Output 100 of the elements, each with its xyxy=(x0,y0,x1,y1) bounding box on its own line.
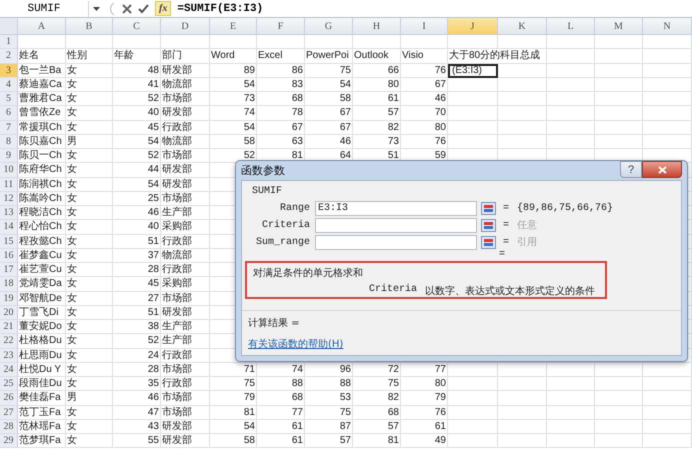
row-header[interactable]: 7 xyxy=(0,120,18,135)
table-cell: 47 xyxy=(113,406,161,420)
table-cell xyxy=(595,92,643,106)
dropdown-icon[interactable] xyxy=(93,6,100,10)
row-header[interactable]: 5 xyxy=(0,92,18,106)
table-cell: 80 xyxy=(401,377,448,392)
column-header[interactable]: J xyxy=(448,18,498,35)
row-header[interactable]: 18 xyxy=(0,277,18,292)
row-header[interactable]: 8 xyxy=(0,134,18,149)
help-link[interactable]: 有关该函数的帮助(H) xyxy=(248,337,344,351)
row-header[interactable]: 29 xyxy=(0,434,18,448)
table-cell: 66 xyxy=(353,64,401,78)
table-cell xyxy=(595,434,643,448)
close-icon xyxy=(658,166,666,174)
table-cell: 81 xyxy=(210,406,257,420)
table-cell xyxy=(643,406,692,420)
table-cell xyxy=(643,49,692,64)
row-header[interactable]: 23 xyxy=(0,348,18,363)
table-cell: 女 xyxy=(66,434,113,448)
help-button[interactable]: ? xyxy=(620,161,642,178)
row-header[interactable]: 28 xyxy=(0,420,18,434)
table-cell: 46 xyxy=(113,391,161,406)
row-header[interactable]: 13 xyxy=(0,206,18,220)
argument-field[interactable] xyxy=(315,234,477,250)
column-header[interactable]: E xyxy=(210,18,257,35)
range-picker-icon[interactable] xyxy=(481,236,496,248)
table-cell: Word xyxy=(210,49,257,64)
table-cell: 38 xyxy=(113,320,161,334)
table-cell: 性别 xyxy=(66,49,113,64)
table-cell xyxy=(498,106,547,120)
table-cell: 51 xyxy=(113,234,161,249)
column-header[interactable]: I xyxy=(401,18,448,35)
row-header[interactable]: 24 xyxy=(0,362,18,377)
table-cell: 28 xyxy=(113,263,161,278)
column-header[interactable]: A xyxy=(18,18,66,35)
row-header[interactable]: 21 xyxy=(0,320,18,334)
row-header[interactable]: 14 xyxy=(0,220,18,234)
row-header[interactable]: 1 xyxy=(0,35,18,50)
table-cell xyxy=(595,35,643,50)
formula-field[interactable]: =SUMIF(E3:I3) xyxy=(177,2,264,14)
column-header[interactable]: K xyxy=(498,18,547,35)
table-cell xyxy=(498,434,547,448)
table-cell xyxy=(547,391,595,406)
table-cell: 58 xyxy=(210,134,257,149)
table-cell: 82 xyxy=(353,120,401,135)
row-header[interactable]: 2 xyxy=(0,49,18,64)
row-header[interactable]: 4 xyxy=(0,78,18,92)
column-header[interactable]: L xyxy=(547,18,595,35)
column-header[interactable]: B xyxy=(66,18,113,35)
table-cell xyxy=(498,377,547,392)
table-cell xyxy=(66,35,113,50)
row-header[interactable]: 22 xyxy=(0,334,18,348)
table-cell xyxy=(401,35,448,50)
table-cell: 市场部 xyxy=(161,92,210,106)
argument-field[interactable] xyxy=(315,218,477,232)
range-picker-icon[interactable] xyxy=(481,218,496,232)
range-picker-icon[interactable] xyxy=(481,202,496,214)
table-cell: 女 xyxy=(66,406,113,420)
cancel-icon[interactable] xyxy=(122,4,132,14)
row-header[interactable]: 26 xyxy=(0,391,18,406)
table-cell: 46 xyxy=(113,206,161,220)
close-button[interactable] xyxy=(642,161,682,178)
table-cell: 40 xyxy=(113,106,161,120)
table-cell xyxy=(113,35,161,50)
row-header[interactable]: 6 xyxy=(0,106,18,120)
column-header[interactable]: C xyxy=(113,18,161,35)
row-header[interactable]: 15 xyxy=(0,234,18,249)
table-cell xyxy=(595,120,643,135)
table-cell: 80 xyxy=(401,120,448,135)
row-header[interactable]: 3 xyxy=(0,64,18,78)
table-cell: 43 xyxy=(113,420,161,434)
table-cell: 研发部 xyxy=(161,306,210,320)
column-header[interactable]: D xyxy=(161,18,210,35)
column-header[interactable]: N xyxy=(643,18,692,35)
insert-function-button[interactable]: fx xyxy=(155,1,172,16)
row-header[interactable]: 12 xyxy=(0,192,18,206)
column-header[interactable]: H xyxy=(353,18,401,35)
table-cell: 生产部 xyxy=(161,206,210,220)
row-header[interactable]: 11 xyxy=(0,178,18,192)
table-cell: 常援琪Ch xyxy=(18,120,66,135)
name-box[interactable]: SUMIF xyxy=(0,0,89,16)
row-header[interactable]: 10 xyxy=(0,163,18,178)
table-cell: 部门 xyxy=(161,49,210,64)
row-header[interactable]: 19 xyxy=(0,292,18,306)
row-header[interactable]: 9 xyxy=(0,149,18,164)
function-name: SUMIF xyxy=(252,186,284,197)
table-cell: 生产部 xyxy=(161,320,210,334)
argument-field[interactable]: E3:I3 xyxy=(315,200,477,216)
row-header[interactable]: 27 xyxy=(0,406,18,420)
enter-icon[interactable] xyxy=(138,4,149,14)
column-header[interactable]: F xyxy=(257,18,305,35)
table-cell: 80 xyxy=(353,78,401,92)
table-cell: 邓智航De xyxy=(18,292,66,306)
row-header[interactable]: 20 xyxy=(0,306,18,320)
column-header[interactable]: G xyxy=(305,18,353,35)
row-header[interactable]: 25 xyxy=(0,377,18,392)
table-cell: 68 xyxy=(257,391,305,406)
row-header[interactable]: 17 xyxy=(0,263,18,278)
row-header[interactable]: 16 xyxy=(0,248,18,263)
column-header[interactable]: M xyxy=(595,18,643,35)
